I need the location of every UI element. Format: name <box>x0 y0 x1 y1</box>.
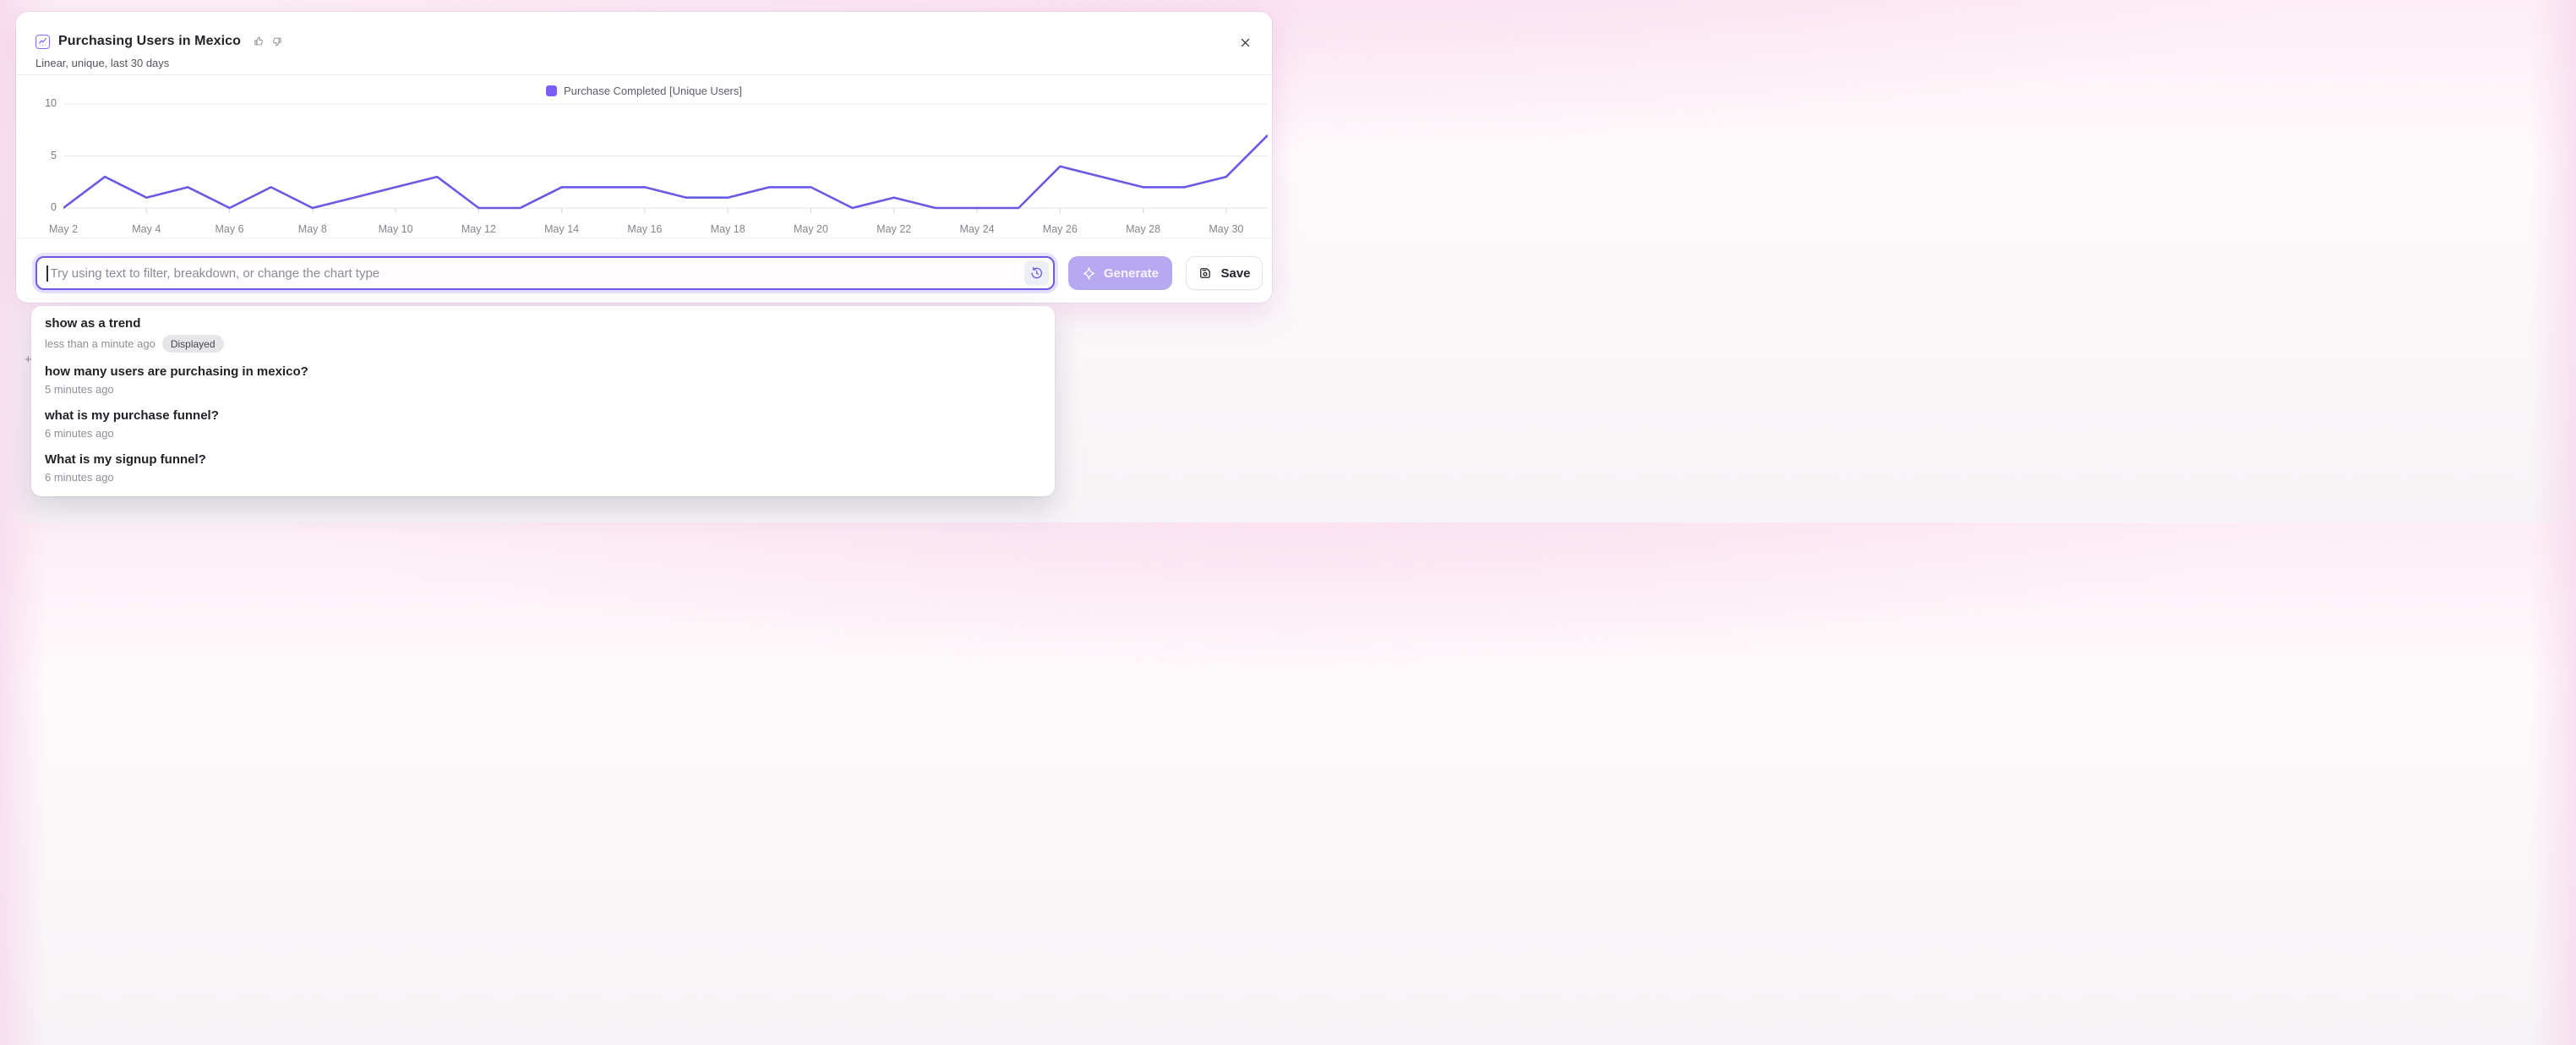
x-axis-tick-label: May 2 <box>49 223 78 235</box>
history-timestamp: 6 minutes ago <box>45 471 114 484</box>
sparkle-icon <box>1082 266 1096 281</box>
prompt-placeholder: Try using text to filter, breakdown, or … <box>51 266 380 281</box>
x-axis-tick-label: May 30 <box>1209 223 1243 235</box>
history-query: show as a trend <box>45 316 1041 331</box>
plus-cursor-glyph: + <box>25 353 32 367</box>
history-button[interactable] <box>1024 261 1049 286</box>
generate-label: Generate <box>1104 266 1159 281</box>
history-query: how many users are purchasing in mexico? <box>45 364 1041 379</box>
thumb-down-button[interactable] <box>271 36 283 47</box>
chart-subtitle: Linear, unique, last 30 days <box>35 57 169 69</box>
x-axis-tick-label: May 4 <box>132 223 161 235</box>
prompt-bar: Try using text to filter, breakdown, or … <box>35 256 1263 290</box>
history-timestamp: 6 minutes ago <box>45 427 114 440</box>
legend-label: Purchase Completed [Unique Users] <box>564 85 742 97</box>
displayed-badge: Displayed <box>162 335 224 353</box>
text-caret <box>46 265 48 282</box>
line-chart-plot <box>63 97 1268 214</box>
prompt-input[interactable]: Try using text to filter, breakdown, or … <box>35 256 1055 290</box>
history-dropdown: show as a trend less than a minute ago D… <box>31 306 1055 496</box>
x-axis-tick-label: May 10 <box>379 223 413 235</box>
history-meta: less than a minute ago Displayed <box>45 335 1041 353</box>
x-axis-tick-label: May 22 <box>876 223 911 235</box>
y-axis-tick-label: 0 <box>25 201 57 213</box>
page-title: Purchasing Users in Mexico <box>58 34 241 49</box>
history-meta: 6 minutes ago <box>45 427 1041 440</box>
close-icon <box>1239 36 1252 49</box>
legend-item[interactable]: Purchase Completed [Unique Users] <box>546 85 742 97</box>
chart-legend: Purchase Completed [Unique Users] <box>16 85 1272 97</box>
x-axis-tick-label: May 14 <box>544 223 579 235</box>
x-axis-tick-label: May 8 <box>298 223 327 235</box>
x-axis-tick-label: May 24 <box>960 223 995 235</box>
x-axis-tick-label: May 18 <box>711 223 745 235</box>
thumb-up-icon <box>253 36 265 47</box>
x-axis-tick-label: May 16 <box>627 223 662 235</box>
history-list-item[interactable]: what is my purchase funnel? 6 minutes ag… <box>31 403 1055 447</box>
history-timestamp: 5 minutes ago <box>45 383 114 397</box>
save-label: Save <box>1220 266 1250 281</box>
close-button[interactable] <box>1236 34 1253 51</box>
history-query: What is my signup funnel? <box>45 452 1041 467</box>
header-divider <box>16 74 1272 75</box>
history-list-item[interactable]: show as a trend less than a minute ago D… <box>31 311 1055 359</box>
history-query: what is my purchase funnel? <box>45 408 1041 423</box>
history-meta: 6 minutes ago <box>45 471 1041 484</box>
y-axis-tick-label: 5 <box>25 150 57 161</box>
card-header: Purchasing Users in Mexico <box>35 31 1213 52</box>
legend-swatch <box>546 85 557 96</box>
save-button[interactable]: Save <box>1186 256 1263 290</box>
feedback-buttons <box>253 36 283 47</box>
x-axis-tick-label: May 6 <box>216 223 244 235</box>
x-axis-tick-label: May 12 <box>461 223 496 235</box>
thumb-up-button[interactable] <box>253 36 265 47</box>
history-list-item[interactable]: how many users are purchasing in mexico?… <box>31 359 1055 403</box>
save-icon <box>1198 265 1213 281</box>
x-axis-tick-label: May 20 <box>794 223 828 235</box>
history-icon <box>1029 266 1044 281</box>
history-list-item[interactable]: What is my signup funnel? 6 minutes ago <box>31 447 1055 491</box>
x-axis-tick-label: May 28 <box>1126 223 1160 235</box>
chart-report-card: Purchasing Users in Mexico Linear, uniqu… <box>16 12 1272 303</box>
y-axis-tick-label: 10 <box>25 97 57 109</box>
line-chart-icon <box>35 35 50 49</box>
x-axis-labels: May 2May 4May 6May 8May 10May 12May 14Ma… <box>63 223 1268 236</box>
history-timestamp: less than a minute ago <box>45 337 156 351</box>
thumb-down-icon <box>271 36 283 47</box>
history-meta: 5 minutes ago <box>45 383 1041 397</box>
x-axis-tick-label: May 26 <box>1043 223 1078 235</box>
generate-button[interactable]: Generate <box>1068 256 1172 290</box>
